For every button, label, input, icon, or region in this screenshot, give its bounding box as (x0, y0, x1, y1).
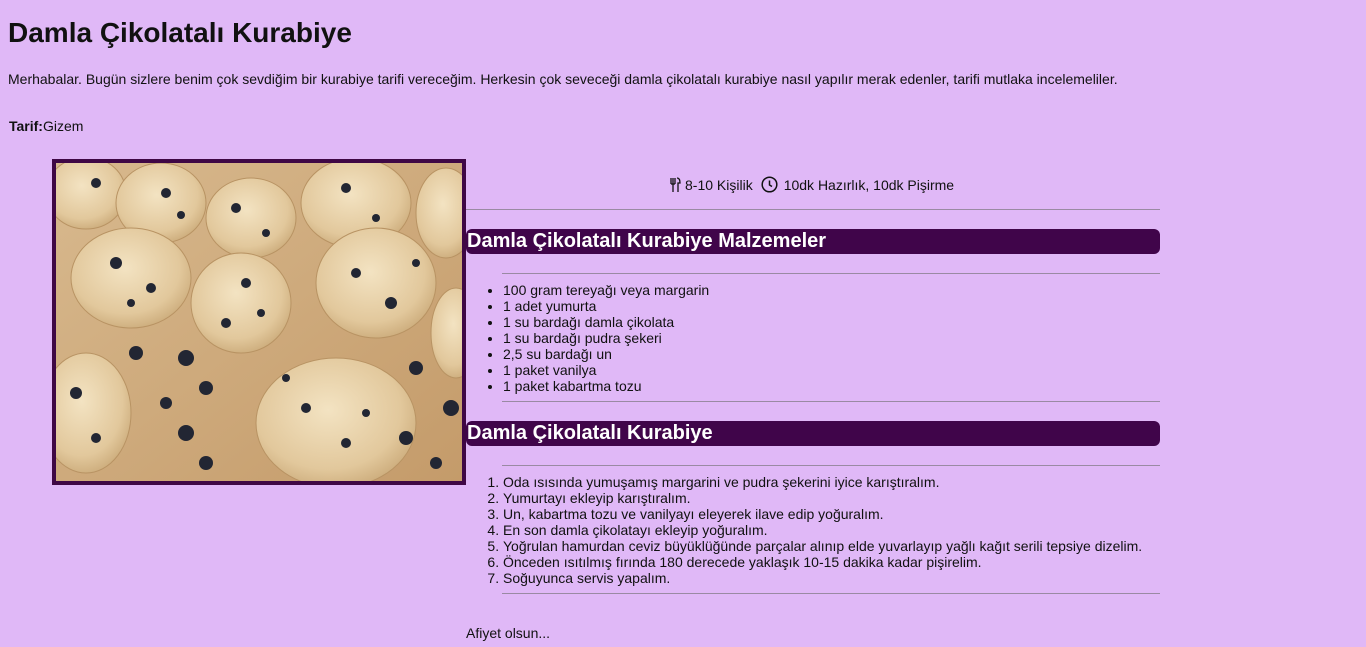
steps-list: Oda ısısında yumuşamış margarini ve pudr… (466, 474, 1142, 586)
step-item: Soğuyunca servis yapalım. (503, 570, 1142, 586)
ingredients-heading: Damla Çikolatalı Kurabiye Malzemeler (466, 229, 1160, 254)
servings-text: 8-10 Kişilik (685, 176, 753, 193)
ingredient-item: 2,5 su bardağı un (503, 346, 709, 362)
cookie-photo-image (56, 163, 462, 481)
utensils-icon (669, 176, 681, 193)
steps-heading: Damla Çikolatalı Kurabiye (466, 421, 1160, 446)
divider (502, 465, 1160, 466)
page-title: Damla Çikolatalı Kurabiye (8, 17, 352, 48)
ingredient-item: 100 gram tereyağı veya margarin (503, 282, 709, 298)
cookie-photo (52, 159, 466, 485)
ingredient-item: 1 su bardağı pudra şekeri (503, 330, 709, 346)
step-item: Yumurtayı ekleyip karıştıralım. (503, 490, 1142, 506)
ingredient-item: 1 adet yumurta (503, 298, 709, 314)
step-item: Yoğrulan hamurdan ceviz büyüklüğünde par… (503, 538, 1142, 554)
author-line: Tarif:Gizem (9, 118, 83, 134)
author-label: Tarif: (9, 118, 43, 134)
intro-text: Merhabalar. Bugün sizlere benim çok sevd… (8, 71, 1118, 87)
divider (502, 401, 1160, 402)
closing-text: Afiyet olsun... (466, 625, 551, 641)
ingredient-item: 1 su bardağı damla çikolata (503, 314, 709, 330)
divider (466, 209, 1160, 210)
step-item: Oda ısısında yumuşamış margarini ve pudr… (503, 474, 1142, 490)
ingredient-item: 1 paket vanilya (503, 362, 709, 378)
divider (502, 273, 1160, 274)
step-item: Un, kabartma tozu ve vanilyayı eleyerek … (503, 506, 1142, 522)
ingredient-item: 1 paket kabartma tozu (503, 378, 709, 394)
author-name: Gizem (42, 118, 84, 134)
recipe-meta: 8-10 Kişilik 10dk Hazırlık, 10dk Pişirme (669, 176, 954, 193)
step-item: Önceden ısıtılmış fırında 180 derecede y… (503, 554, 1142, 570)
divider (502, 593, 1160, 594)
clock-icon (761, 176, 778, 193)
ingredients-list: 100 gram tereyağı veya margarin 1 adet y… (466, 282, 709, 394)
time-text: 10dk Hazırlık, 10dk Pişirme (783, 176, 955, 193)
step-item: En son damla çikolatayı ekleyip yoğuralı… (503, 522, 1142, 538)
